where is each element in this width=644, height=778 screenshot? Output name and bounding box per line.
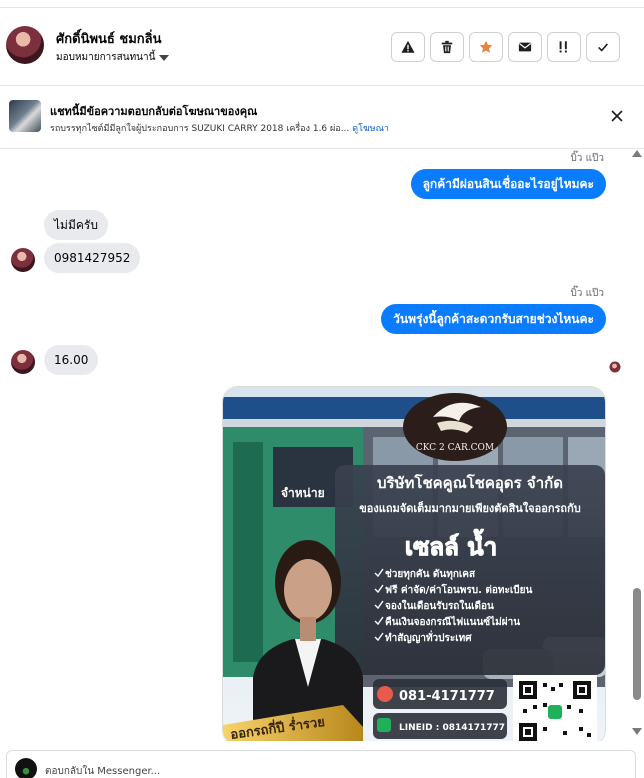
contact-name[interactable]: ศักดิ์นิพนธ์ ชมกลิ่น bbox=[56, 28, 162, 49]
poster-tagline: ของแถมจัดเต็มมากมายเพียงตัดสินใจออกรถกับ bbox=[359, 501, 580, 515]
mark-unread-button[interactable] bbox=[508, 32, 542, 62]
follow-up-icon bbox=[559, 41, 567, 53]
ad-banner-subtitle: รถบรรทุกไซต์มีมีลูกใจผู้ประกอบการ SUZUKI… bbox=[50, 121, 389, 135]
top-divider bbox=[0, 0, 644, 8]
delete-button[interactable] bbox=[430, 32, 464, 62]
scroll-up-arrow[interactable] bbox=[632, 150, 642, 157]
incoming-message[interactable]: 16.00 bbox=[44, 345, 99, 375]
ad-reply-banner: แชทนี้มีข้อความตอบกลับต่อโฆษณาของคุณ รถบ… bbox=[0, 87, 644, 149]
reply-composer[interactable]: ตอบกลับใน Messenger... bbox=[6, 750, 636, 778]
seen-label: บิ๊ว แป๊ว bbox=[570, 288, 604, 299]
contact-avatar[interactable] bbox=[6, 26, 44, 64]
poster-bullet: ฟรี ค่าจัด/ค่าโอนพรบ. ต่อทะเบียน bbox=[385, 583, 532, 596]
poster-bullet: ทำสัญญาทั่วประเทศ bbox=[385, 630, 472, 644]
mark-done-button[interactable] bbox=[586, 32, 620, 62]
poster-bullet: คืนเงินจองกรณีไฟแนนซ์ไม่ผ่าน bbox=[385, 615, 520, 628]
sender-avatar bbox=[11, 248, 35, 272]
mail-icon bbox=[518, 42, 532, 52]
outgoing-message[interactable]: ลูกค้ามีผ่อนสินเชื่ออะไรอยู่ไหมคะ bbox=[410, 169, 606, 199]
warning-icon bbox=[401, 40, 415, 53]
ad-banner-title: แชทนี้มีข้อความตอบกลับต่อโฆษณาของคุณ bbox=[50, 105, 258, 118]
star-icon bbox=[479, 40, 493, 53]
conversation-actions bbox=[391, 32, 620, 62]
outgoing-message[interactable]: วันพรุ่งนี้ลูกค้าสะดวกรับสายช่วงไหนคะ bbox=[381, 304, 606, 334]
trash-icon bbox=[441, 40, 453, 54]
poster-bullet: ช่วยทุกคัน ดันทุกเคส bbox=[385, 568, 476, 580]
scroll-down-arrow[interactable] bbox=[632, 728, 642, 735]
poster-phone: 081-4171777 bbox=[399, 689, 495, 704]
sales-poster: CKC 2 CAR.COM บริษัทโชคคูณโชคอุดร จำกัด … bbox=[223, 387, 605, 741]
poster-sign: จำหน่าย bbox=[281, 486, 325, 500]
view-ad-link[interactable]: ดูโฆษณา bbox=[352, 124, 389, 134]
image-message[interactable]: CKC 2 CAR.COM บริษัทโชคคูณโชคอุดร จำกัด … bbox=[222, 386, 606, 741]
follow-up-button[interactable] bbox=[547, 32, 581, 62]
assign-conversation-dropdown[interactable]: มอบหมายการสนทนานี้ bbox=[56, 50, 170, 65]
message-thread[interactable]: บิ๊ว แป๊ว ลูกค้ามีผ่อนสินเชื่ออะไรอยู่ไห… bbox=[0, 150, 644, 741]
seen-label: บิ๊ว แป๊ว bbox=[570, 153, 604, 164]
incoming-message[interactable]: ไม่มีครับ bbox=[44, 210, 108, 240]
star-button[interactable] bbox=[469, 32, 503, 62]
poster-salesperson: เซลล์ น้ำ bbox=[405, 528, 497, 561]
sender-avatar bbox=[11, 350, 35, 374]
chevron-down-icon bbox=[159, 54, 170, 61]
read-receipt-avatar bbox=[609, 361, 621, 373]
poster-logo-text: CKC 2 CAR.COM bbox=[416, 443, 494, 453]
ad-thumbnail[interactable] bbox=[9, 100, 41, 132]
page-avatar bbox=[15, 758, 37, 778]
reply-input-placeholder[interactable]: ตอบกลับใน Messenger... bbox=[45, 764, 160, 778]
poster-line-id: LINEID : 0814171777 bbox=[399, 723, 505, 733]
incoming-message[interactable]: 0981427952 bbox=[44, 243, 141, 273]
ad-description: รถบรรทุกไซต์มีมีลูกใจผู้ประกอบการ SUZUKI… bbox=[50, 124, 350, 134]
conversation-header: ศักดิ์นิพนธ์ ชมกลิ่น มอบหมายการสนทนานี้ bbox=[0, 8, 644, 86]
assign-label: มอบหมายการสนทนานี้ bbox=[56, 52, 156, 63]
poster-bullet: จองในเดือนรับรถในเดือน bbox=[385, 599, 494, 612]
close-icon[interactable] bbox=[610, 109, 624, 123]
scrollbar-thumb[interactable] bbox=[633, 588, 641, 700]
report-button[interactable] bbox=[391, 32, 425, 62]
check-icon bbox=[598, 43, 608, 52]
poster-company-name: บริษัทโชคคูณโชคอุดร จำกัด bbox=[377, 473, 563, 493]
